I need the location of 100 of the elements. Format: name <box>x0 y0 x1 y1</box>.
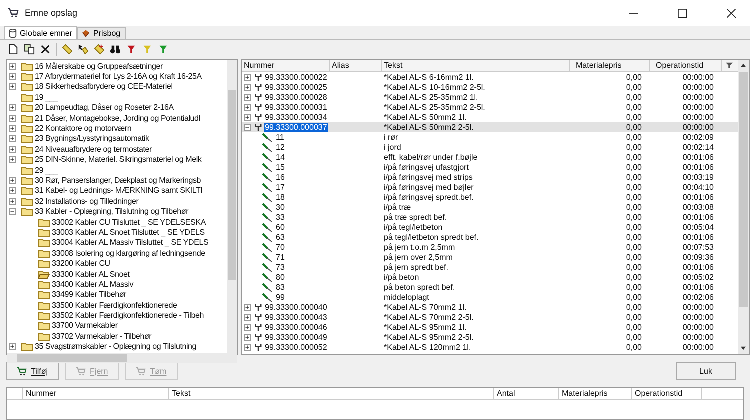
expand-toggle[interactable] <box>9 146 16 153</box>
table-cell-text: 00:01:06 <box>682 192 715 202</box>
tree-item[interactable]: 33400 Kabler AL Massiv <box>52 280 134 289</box>
expand-toggle[interactable] <box>244 314 251 320</box>
column-header[interactable]: Tekst <box>382 60 570 71</box>
tree-item[interactable]: 32 Installations- og Tilledninger <box>35 196 139 206</box>
table-cell-text: 0,00 <box>625 262 643 272</box>
tree-item[interactable]: 23 Bygnings/Lysstyringsautomatik <box>35 134 150 144</box>
tree-item[interactable]: 33002 Kabler CU Tilsluttet _ SE YDELSESKA <box>52 218 206 227</box>
column-header[interactable]: Materialepris <box>559 388 632 399</box>
tag-icon[interactable] <box>62 44 73 55</box>
expand-toggle[interactable] <box>9 104 16 112</box>
close-icon[interactable] <box>727 8 736 18</box>
funnel-icon[interactable] <box>158 44 169 55</box>
close-button[interactable]: Luk <box>676 362 736 380</box>
table-cell: 73 <box>275 262 286 272</box>
tree-item[interactable]: 33008 Isolering og klargøring af ledningsende <box>52 248 206 258</box>
scrollbar[interactable] <box>7 352 237 363</box>
folder-icon <box>21 134 33 144</box>
tree-item[interactable]: 16 Målerskabe og Gruppeafsætninger <box>35 62 163 71</box>
tree-item[interactable]: 33300 Kabler AL Snoet <box>52 270 130 278</box>
expand-toggle[interactable] <box>9 176 16 184</box>
column-header[interactable]: Antal <box>494 388 559 399</box>
tree-item[interactable]: 31 Kabel- og Lednings- MÆRKNING samt SKILTI <box>35 186 203 196</box>
expand-toggle[interactable] <box>244 324 251 330</box>
tree-item[interactable]: 33499 Kabler Tilbehør <box>52 290 127 300</box>
table-cell-text: 00:02:09 <box>682 132 715 142</box>
collapse-toggle[interactable] <box>244 124 251 130</box>
column-header[interactable]: Tekst <box>169 388 494 399</box>
tree-item[interactable]: 35 Svagstrømskabler - Oplægning og Tilslutning <box>35 342 197 352</box>
column-header[interactable]: Nummer <box>242 60 330 71</box>
tab[interactable]: Globale emner <box>4 26 78 39</box>
column-header[interactable]: Alias <box>330 60 382 71</box>
expand-toggle[interactable] <box>244 114 251 120</box>
table-cell-text: 00:00:00 <box>682 302 715 312</box>
tree-item[interactable]: 33502 Kabler Færdigkonfektionerede - Tilbeh <box>52 311 204 320</box>
expand-toggle[interactable] <box>244 74 251 80</box>
scrollbar[interactable] <box>227 60 237 353</box>
column-header[interactable]: Nummer <box>23 388 169 399</box>
tree-item[interactable]: 19 ___ <box>35 92 58 102</box>
expand-toggle[interactable] <box>9 343 16 350</box>
funnel-icon[interactable] <box>726 62 733 69</box>
tree-item[interactable]: 21 Dåser, Montagebokse, Jording og Potentialudl <box>35 114 200 123</box>
tree-item[interactable]: 18 Sikkerhedsafbrydere og CEE-Materiel <box>35 82 173 92</box>
expand-toggle[interactable] <box>244 344 251 350</box>
folder-icon <box>21 103 33 112</box>
expand-toggle[interactable] <box>244 304 251 310</box>
expand-toggle[interactable] <box>9 62 16 70</box>
expand-toggle[interactable] <box>244 84 251 90</box>
table-cell-text: 00:00:00 <box>682 72 715 82</box>
tree-item[interactable]: 29 ___ <box>35 166 58 175</box>
binoculars-icon[interactable] <box>110 44 121 55</box>
tree-item[interactable]: 30 Rør, Panserslanger, Dækplast og Markeringsb <box>35 176 201 185</box>
expand-toggle[interactable] <box>244 94 251 100</box>
tree-item[interactable]: 33004 Kabler AL Massiv Tilsluttet _ SE YDELS <box>52 238 209 248</box>
collapse-toggle[interactable] <box>9 208 16 216</box>
expand-toggle[interactable] <box>244 334 251 340</box>
cable-icon <box>255 313 262 321</box>
tree-item[interactable]: 33702 Varmekabler - Tilbehør <box>52 332 152 341</box>
tree-item[interactable]: 24 Niveauafbrydere og termostater <box>35 144 152 154</box>
tag-add-icon[interactable] <box>94 44 105 55</box>
column-header[interactable]: Operationstid <box>632 388 702 399</box>
new-document-icon[interactable] <box>8 44 19 55</box>
tab[interactable]: Prisbog <box>77 27 126 39</box>
table-cell-text: 00:01:06 <box>682 152 715 162</box>
cart-icon <box>8 8 19 18</box>
tag-cursor-icon[interactable] <box>78 44 89 55</box>
scroll-up-icon[interactable] <box>740 63 747 68</box>
table-cell-text: *Kabel AL-S 25-35mm2 1l. <box>383 92 480 102</box>
table-cell-text: i/på beton <box>383 272 420 282</box>
delete-icon[interactable] <box>40 44 51 55</box>
tree-item[interactable]: 33003 Kabler AL Snoet Tilsluttet _ SE YDELS <box>52 228 205 237</box>
tree-item[interactable]: 33700 Varmekabler <box>52 321 118 330</box>
scroll-down-icon[interactable] <box>740 346 747 351</box>
table-cell-text: 00:00:00 <box>682 122 715 132</box>
expand-toggle[interactable] <box>9 135 16 142</box>
tree-item[interactable]: 33200 Kabler CU <box>52 259 110 268</box>
column-header[interactable]: Operationstid <box>650 60 722 71</box>
tree-item[interactable]: 33500 Kabler Færdigkonfektionerede <box>52 300 178 310</box>
folder-icon <box>21 196 33 206</box>
tree-item[interactable]: 33 Kabler - Oplægning, Tilslutning og Tilbehør <box>35 207 189 216</box>
expand-toggle[interactable] <box>9 73 16 80</box>
maximize-icon[interactable] <box>678 8 687 18</box>
table-cell: 60 <box>275 222 286 232</box>
tree-item[interactable]: 25 DIN-Skinne, Materiel. Sikringsmateriel og Melk <box>35 155 202 164</box>
expand-toggle[interactable] <box>9 114 16 122</box>
expand-toggle[interactable] <box>9 83 16 90</box>
tree-item[interactable]: 22 Kontaktore og motorværn <box>35 124 132 134</box>
expand-toggle[interactable] <box>9 125 16 132</box>
expand-toggle[interactable] <box>9 156 16 164</box>
tree-item[interactable]: 20 Lampeudtag, Dåser og Roseter 2-16A <box>35 103 174 112</box>
column-header[interactable]: Materialepris <box>570 60 650 71</box>
expand-toggle[interactable] <box>244 104 251 110</box>
copy-icon[interactable] <box>24 44 35 55</box>
scrollbar[interactable] <box>738 60 749 354</box>
expand-toggle[interactable] <box>9 187 16 194</box>
funnel-icon[interactable] <box>126 44 137 55</box>
expand-toggle[interactable] <box>9 198 16 205</box>
basket-button[interactable]: Tilføj <box>6 362 60 380</box>
tree-item[interactable]: 17 Afbrydermateriel for Lys 2-16A og Kraft 16-25A <box>35 72 202 82</box>
